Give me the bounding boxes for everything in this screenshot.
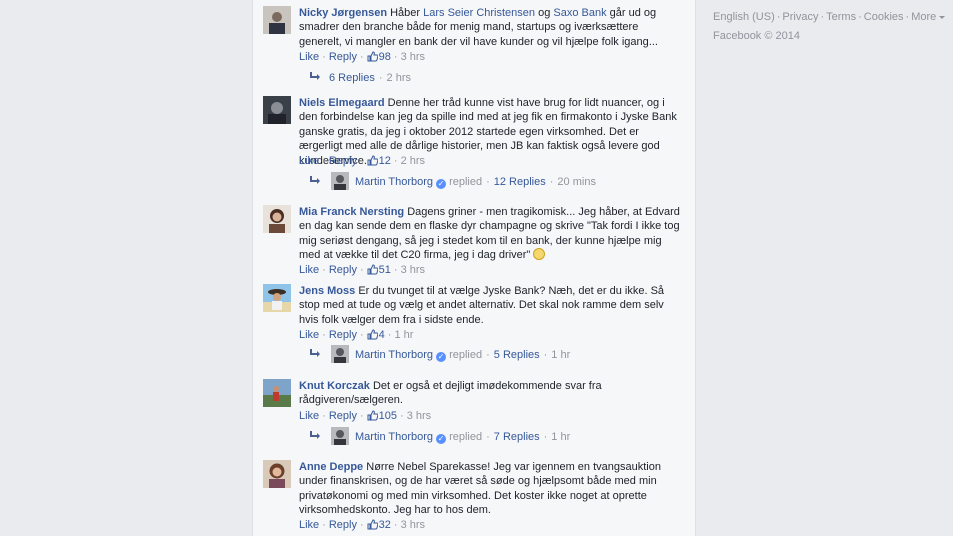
replies-time: 1 hr bbox=[551, 349, 571, 361]
reply-arrow-icon bbox=[310, 431, 320, 439]
comment-text: Jens Moss Er du tvunget til at vælge Jys… bbox=[299, 285, 665, 326]
comment-author[interactable]: Knut Korczak bbox=[299, 380, 370, 392]
left-column bbox=[0, 0, 252, 536]
comment-actions: Like · Reply · 12 · 2 hrs bbox=[299, 155, 426, 167]
reply-arrow-icon bbox=[310, 176, 320, 184]
comment-text: Mia Franck Nersting Dagens griner - men … bbox=[299, 206, 680, 262]
reply-author-name[interactable]: Martin Thorborg bbox=[355, 176, 433, 188]
comment-time[interactable]: 2 hrs bbox=[401, 155, 425, 167]
reply-button[interactable]: Reply bbox=[329, 155, 357, 167]
replies-row[interactable]: Martin Thorborg ✓ replied · 5 Replies · 1 hr bbox=[309, 345, 570, 365]
thumbs-up-icon bbox=[367, 155, 378, 166]
reply-arrow-icon bbox=[310, 349, 320, 357]
replies-link[interactable]: 7 Replies bbox=[494, 431, 540, 443]
verified-icon: ✓ bbox=[436, 352, 447, 362]
like-button[interactable]: Like bbox=[299, 329, 319, 341]
like-count[interactable]: 105 bbox=[379, 410, 397, 422]
comment-text: Anne Deppe Nørre Nebel Sparekasse! Jeg v… bbox=[299, 461, 661, 517]
more-link[interactable]: More bbox=[911, 11, 945, 23]
copyright: Facebook © 2014 bbox=[713, 30, 800, 42]
replies-row[interactable]: 6 Replies · 2 hrs bbox=[309, 68, 411, 88]
comment-actions: Like · Reply · 4 · 1 hr bbox=[299, 329, 414, 341]
like-button[interactable]: Like bbox=[299, 410, 319, 422]
avatar[interactable] bbox=[263, 205, 291, 233]
verified-icon: ✓ bbox=[436, 179, 447, 189]
reply-author-avatar bbox=[331, 345, 349, 363]
comment-time[interactable]: 1 hr bbox=[394, 329, 413, 341]
comment-author[interactable]: Anne Deppe bbox=[299, 461, 363, 473]
reply-button[interactable]: Reply bbox=[329, 51, 357, 63]
like-button[interactable]: Like bbox=[299, 51, 319, 63]
reply-button[interactable]: Reply bbox=[329, 519, 357, 531]
replies-time: 2 hrs bbox=[386, 72, 411, 84]
like-button[interactable]: Like bbox=[299, 264, 319, 276]
reply-button[interactable]: Reply bbox=[329, 329, 357, 341]
comment-time[interactable]: 3 hrs bbox=[401, 264, 425, 276]
tagged-page-link[interactable]: Saxo Bank bbox=[553, 7, 606, 19]
tagged-person-link[interactable]: Lars Seier Christensen bbox=[423, 7, 535, 19]
thumbs-up-icon bbox=[367, 264, 378, 275]
like-button[interactable]: Like bbox=[299, 519, 319, 531]
comment-time[interactable]: 3 hrs bbox=[401, 51, 425, 63]
avatar[interactable] bbox=[263, 284, 291, 312]
comment-actions: Like · Reply · 105 · 3 hrs bbox=[299, 410, 432, 422]
replies-time: 20 mins bbox=[557, 176, 596, 188]
reply-button[interactable]: Reply bbox=[329, 264, 357, 276]
thumbs-up-icon bbox=[367, 329, 378, 340]
comment-time[interactable]: 3 hrs bbox=[401, 519, 425, 531]
replies-link[interactable]: 12 Replies bbox=[494, 176, 546, 188]
avatar[interactable] bbox=[263, 460, 291, 488]
comment-author[interactable]: Jens Moss bbox=[299, 285, 355, 297]
reply-arrow-icon bbox=[310, 72, 320, 80]
like-count[interactable]: 98 bbox=[379, 51, 391, 63]
thumbs-up-icon bbox=[367, 519, 378, 530]
comment-author[interactable]: Niels Elmegaard bbox=[299, 97, 385, 109]
like-count[interactable]: 4 bbox=[379, 329, 385, 341]
comment-actions: Like · Reply · 98 · 3 hrs bbox=[299, 51, 426, 63]
reply-author-avatar bbox=[331, 172, 349, 190]
verified-icon: ✓ bbox=[436, 434, 447, 444]
replies-row[interactable]: Martin Thorborg ✓ replied · 12 Replies · 20 mi… bbox=[309, 172, 596, 192]
reply-author-name[interactable]: Martin Thorborg bbox=[355, 349, 433, 361]
comment-text: Nicky Jørgensen Håber Lars Seier Christe… bbox=[299, 7, 658, 48]
comment-author[interactable]: Nicky Jørgensen bbox=[299, 7, 387, 19]
replies-row[interactable]: Martin Thorborg ✓ replied · 7 Replies · 1 hr bbox=[309, 427, 570, 447]
like-count[interactable]: 51 bbox=[379, 264, 391, 276]
comment-author[interactable]: Mia Franck Nersting bbox=[299, 206, 404, 218]
comment-actions: Like · Reply · 32 · 3 hrs bbox=[299, 519, 426, 531]
footer-links: English (US) · Privacy · Terms · Cookies · More … bbox=[713, 8, 953, 46]
comment-time[interactable]: 3 hrs bbox=[407, 410, 431, 422]
replies-time: 1 hr bbox=[551, 431, 571, 443]
avatar[interactable] bbox=[263, 379, 291, 407]
smile-emoji-icon bbox=[533, 248, 546, 261]
comment-text: Knut Korczak Det er også et dejligt imød… bbox=[299, 380, 602, 407]
privacy-link[interactable]: Privacy bbox=[782, 11, 818, 23]
like-button[interactable]: Like bbox=[299, 155, 319, 167]
thumbs-up-icon bbox=[367, 410, 378, 421]
comment-actions: Like · Reply · 51 · 3 hrs bbox=[299, 264, 426, 276]
avatar[interactable] bbox=[263, 96, 291, 124]
thumbs-up-icon bbox=[367, 51, 378, 62]
reply-author-avatar bbox=[331, 427, 349, 445]
reply-author-name[interactable]: Martin Thorborg bbox=[355, 431, 433, 443]
comments-feed: Nicky Jørgensen Håber Lars Seier Christe… bbox=[252, 0, 696, 536]
like-count[interactable]: 32 bbox=[379, 519, 391, 531]
like-count[interactable]: 12 bbox=[379, 155, 391, 167]
replies-link[interactable]: 6 Replies bbox=[329, 72, 375, 84]
avatar[interactable] bbox=[263, 6, 291, 34]
reply-button[interactable]: Reply bbox=[329, 410, 357, 422]
cookies-link[interactable]: Cookies bbox=[864, 11, 904, 23]
language-link[interactable]: English (US) bbox=[713, 11, 775, 23]
replies-link[interactable]: 5 Replies bbox=[494, 349, 540, 361]
terms-link[interactable]: Terms bbox=[826, 11, 856, 23]
